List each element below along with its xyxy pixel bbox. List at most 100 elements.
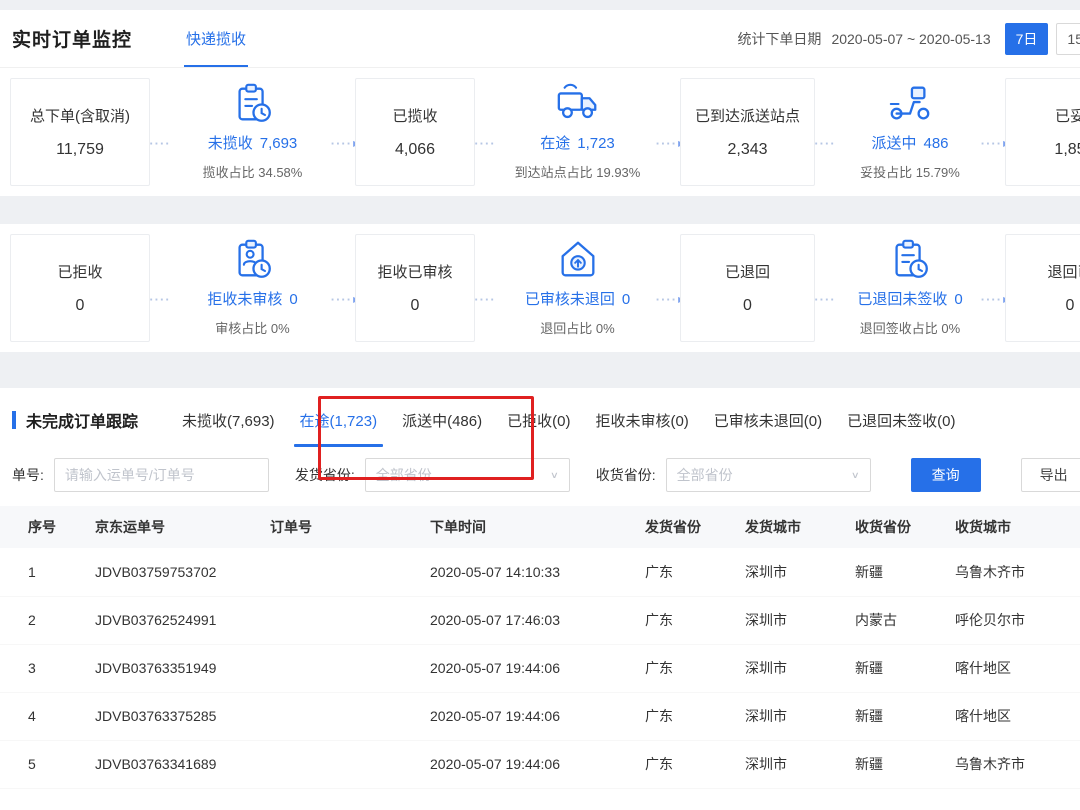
table-row: 3 JDVB03763351949 2020-05-07 19:44:06 广东… [0, 644, 1080, 692]
stat-card-reject-reviewed: 拒收已审核 0 [355, 234, 475, 342]
table-row: 2 JDVB03762524991 2020-05-07 17:46:03 广东… [0, 596, 1080, 644]
dest-province-label: 收货省份: [596, 465, 656, 485]
dest-province-value: 全部省份 [677, 465, 733, 485]
node-label: 未揽收 [208, 135, 253, 152]
tab-in-transit[interactable]: 在途(1,723) [300, 388, 378, 452]
flow-connector-arrow [660, 136, 680, 151]
col-origin-city: 发货城市 [745, 506, 855, 548]
clipboard-person-icon [230, 236, 276, 284]
cell-origin-city: 深圳市 [745, 596, 855, 644]
stat-value: 1,85 [1054, 141, 1080, 159]
tab-delivering[interactable]: 派送中(486) [402, 388, 482, 452]
cell-origin-province: 广东 [645, 692, 745, 740]
node-value: 486 [923, 135, 948, 152]
node-value: 7,693 [260, 135, 298, 152]
node-label: 拒收未审核 [207, 291, 282, 308]
table-row: 5 JDVB03763341689 2020-05-07 19:44:06 广东… [0, 740, 1080, 788]
tab-not-picked[interactable]: 未揽收(7,693) [182, 388, 275, 452]
stat-label: 已妥 [1055, 105, 1080, 126]
tab-express-pickup[interactable]: 快递揽收 [186, 10, 246, 67]
col-dest-province: 收货省份 [855, 506, 955, 548]
cell-dest-province: 新疆 [855, 548, 955, 596]
tab-reject-unreviewed[interactable]: 拒收未审核(0) [595, 388, 688, 452]
flow-connector [150, 136, 170, 151]
cell-dest-province: 内蒙古 [855, 596, 955, 644]
section-title-text: 未完成订单跟踪 [26, 408, 138, 432]
cell-order-time: 2020-05-07 14:10:33 [430, 548, 645, 596]
stat-label: 退回已 [1047, 261, 1080, 282]
tracking-header-row: 未完成订单跟踪 未揽收(7,693) 在途(1,723) 派送中(486) 已拒… [0, 388, 1080, 452]
cell-dest-province: 新疆 [855, 740, 955, 788]
cell-dest-city: 喀什地区 [955, 692, 1080, 740]
stat-label: 已退回 [725, 261, 770, 282]
cell-order-no [270, 692, 430, 740]
export-button[interactable]: 导出 [1021, 458, 1080, 492]
stat-value: 11,759 [56, 141, 104, 159]
filter-bar: 单号: 发货省份: 全部省份 ∨ 收货省份: 全部省份 ∨ 查询 导出 [0, 452, 1080, 492]
node-value: 0 [289, 291, 297, 308]
cell-dest-city: 乌鲁木齐市 [955, 740, 1080, 788]
col-dest-city: 收货城市 [955, 506, 1080, 548]
node-value: 0 [622, 291, 630, 308]
cell-index: 5 [0, 740, 95, 788]
stat-value: 2,343 [727, 141, 767, 159]
cell-order-time: 2020-05-07 19:44:06 [430, 644, 645, 692]
cell-origin-province: 广东 [645, 596, 745, 644]
stat-label: 已到达派送站点 [695, 105, 800, 126]
node-label: 派送中 [871, 135, 916, 152]
dest-province-select[interactable]: 全部省份 ∨ [666, 458, 871, 492]
tab-reviewed-not-returned[interactable]: 已审核未退回(0) [714, 388, 822, 452]
node-ratio: 审核占比 0% [215, 318, 289, 337]
waybill-input[interactable] [54, 458, 269, 492]
stat-value: 0 [411, 297, 420, 315]
stat-value: 0 [76, 297, 85, 315]
tab-returned-unsigned[interactable]: 已退回未签收(0) [847, 388, 955, 452]
cell-origin-city: 深圳市 [745, 692, 855, 740]
cell-origin-city: 深圳市 [745, 644, 855, 692]
stat-node-reviewed-not-returned: 已审核未退回0 退回占比 0% [495, 234, 660, 342]
stat-card-arrived-station: 已到达派送站点 2,343 [680, 78, 815, 186]
node-ratio: 妥投占比 15.79% [860, 162, 960, 181]
cell-waybill-no: JDVB03762524991 [95, 596, 270, 644]
flow-connector-arrow [985, 136, 1005, 151]
cell-index: 3 [0, 644, 95, 692]
cell-dest-city: 呼伦贝尔市 [955, 596, 1080, 644]
return-flow-row: 已拒收 0 拒收未审核0 审核占比 0% 拒收已审核 0 [0, 224, 1080, 352]
col-index: 序号 [0, 506, 95, 548]
table-row: 1 JDVB03759753702 2020-05-07 14:10:33 广东… [0, 548, 1080, 596]
range-7day-button[interactable]: 7日 [1005, 23, 1049, 55]
cell-index: 2 [0, 596, 95, 644]
stat-card-return-signed: 退回已 0 [1005, 234, 1080, 342]
col-origin-province: 发货省份 [645, 506, 745, 548]
waybill-label: 单号: [12, 465, 44, 485]
search-button[interactable]: 查询 [911, 458, 981, 492]
cell-dest-city: 喀什地区 [955, 644, 1080, 692]
stat-node-in-transit: 在途1,723 到达站点占比 19.93% [495, 78, 660, 186]
stat-value: 0 [1066, 297, 1075, 315]
stat-card-total-orders: 总下单(含取消) 11,759 [10, 78, 150, 186]
stats-date-label: 统计下单日期 [737, 29, 821, 49]
cell-waybill-no: JDVB03763341689 [95, 740, 270, 788]
origin-province-select[interactable]: 全部省份 ∨ [365, 458, 570, 492]
flow-connector-arrow [985, 292, 1005, 307]
clipboard-clock-icon [887, 236, 933, 284]
stat-node-unpicked: 未揽收 7,693 揽收占比 34.58% [170, 78, 335, 186]
node-ratio: 退回占比 0% [540, 318, 614, 337]
date-range-controls: 统计下单日期 2020-05-07 ~ 2020-05-13 7日 15日 [737, 23, 1080, 55]
stat-node-reject-unreviewed: 拒收未审核 0 审核占比 0% [170, 234, 335, 342]
node-ratio: 揽收占比 34.58% [203, 162, 303, 181]
tab-rejected[interactable]: 已拒收(0) [507, 388, 570, 452]
top-bar: 实时订单监控 快递揽收 统计下单日期 2020-05-07 ~ 2020-05-… [0, 10, 1080, 68]
node-ratio: 退回签收占比 0% [860, 318, 960, 337]
cell-order-no [270, 596, 430, 644]
node-label: 在途 [540, 135, 570, 152]
flow-connector [150, 292, 170, 307]
scooter-icon [887, 80, 933, 128]
stat-node-delivering: 派送中 486 妥投占比 15.79% [835, 78, 985, 186]
cell-origin-city: 深圳市 [745, 548, 855, 596]
cell-order-time: 2020-05-07 17:46:03 [430, 596, 645, 644]
chevron-down-icon: ∨ [550, 470, 559, 481]
clipboard-clock-icon [230, 80, 276, 128]
range-15day-button[interactable]: 15日 [1056, 23, 1080, 55]
flow-connector [475, 292, 495, 307]
